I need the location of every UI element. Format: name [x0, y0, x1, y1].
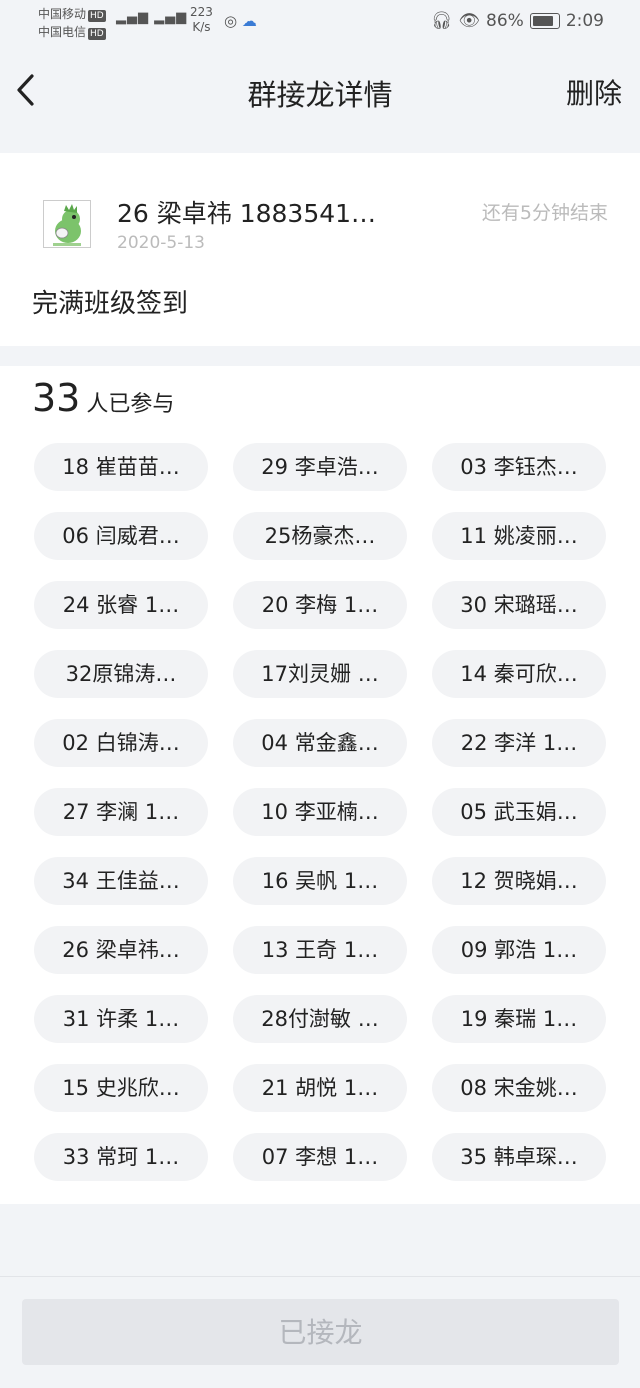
count-number: 33 [32, 376, 81, 420]
speed-value: 223 [190, 5, 213, 19]
carrier-2: 中国电信 [38, 25, 87, 39]
participant-chip[interactable]: 02 白锦涛… [34, 719, 208, 767]
bottom-bar: 已接龙 [0, 1276, 640, 1388]
carrier-info: 中国移动 HD 中国电信 HD [38, 5, 106, 41]
participant-chip[interactable]: 13 王奇 1… [233, 926, 407, 974]
headset-icon: 🎧︎ [430, 11, 453, 31]
nav-bar: 群接龙详情 删除 [0, 44, 640, 152]
participant-chip[interactable]: 28付澍敏 … [233, 995, 407, 1043]
participant-chip[interactable]: 27 李澜 1… [34, 788, 208, 836]
signal-icon: ▂▄▆ ▂▄▆ [116, 10, 188, 25]
participant-chip[interactable]: 14 秦可欣… [432, 650, 606, 698]
cloud-icon: ☁ [241, 12, 257, 30]
participant-chip[interactable]: 29 李卓浩… [233, 443, 407, 491]
clock: 2:09 [565, 11, 604, 31]
participant-chip[interactable]: 16 吴帆 1… [233, 857, 407, 905]
post-date: 2020-5-13 [117, 233, 205, 253]
battery-percent: 86% [486, 11, 524, 31]
participant-chip[interactable]: 25杨豪杰… [233, 512, 407, 560]
participant-grid: 18 崔苗苗… 29 李卓浩… 03 李钰杰… 06 闫威君… 25杨豪杰… 11 姚凌丽… [34, 443, 607, 1181]
task-title: 完满班级签到 [32, 289, 189, 319]
participant-chip[interactable]: 06 闫威君… [34, 512, 208, 560]
weibo-icon: ◎ [224, 12, 238, 30]
hd-badge: HD [88, 10, 106, 22]
avatar[interactable] [43, 200, 91, 248]
participant-chip[interactable]: 12 贺晓娟… [432, 857, 606, 905]
participant-chip[interactable]: 03 李钰杰… [432, 443, 606, 491]
notification-icons: ◎ ☁ [224, 12, 257, 30]
time-remaining: 还有5分钟结束 [481, 202, 608, 224]
participant-chip[interactable]: 05 武玉娟… [432, 788, 606, 836]
participant-chip[interactable]: 15 史兆欣… [34, 1064, 208, 1112]
eye-icon: 👁︎ [458, 11, 481, 31]
participant-chip[interactable]: 26 梁卓祎… [34, 926, 208, 974]
dinosaur-avatar-icon [44, 201, 90, 247]
participants-section: 33 人已参与 18 崔苗苗… 29 李卓浩… 03 李钰杰… 06 闫威君… 25杨豪杰… [0, 366, 640, 1204]
participant-chip[interactable]: 32原锦涛… [34, 650, 208, 698]
participant-chip[interactable]: 35 韩卓琛… [432, 1133, 606, 1181]
participant-chip[interactable]: 19 秦瑞 1… [432, 995, 606, 1043]
status-right: 🎧︎ 👁︎ 86% 2:09 [431, 11, 604, 31]
participant-count: 33 人已参与 [32, 376, 174, 420]
hd-badge: HD [88, 28, 106, 40]
status-bar: 中国移动 HD 中国电信 HD ▂▄▆ ▂▄▆ 223 K/s ◎ ☁ 🎧︎ 👁︎ … [0, 0, 640, 44]
delete-button[interactable]: 删除 [566, 72, 622, 112]
participant-chip[interactable]: 11 姚凌丽… [432, 512, 606, 560]
participant-chip[interactable]: 04 常金鑫… [233, 719, 407, 767]
author-name: 26 梁卓祎 1883541… [117, 199, 377, 228]
participant-chip[interactable]: 33 常珂 1… [34, 1133, 208, 1181]
network-speed: 223 K/s [190, 5, 213, 35]
count-label: 人已参与 [86, 392, 175, 417]
participant-chip[interactable]: 31 许柔 1… [34, 995, 208, 1043]
participant-chip[interactable]: 21 胡悦 1… [233, 1064, 407, 1112]
participant-chip[interactable]: 30 宋璐瑶… [432, 581, 606, 629]
carrier-1: 中国移动 [38, 7, 87, 21]
participant-chip[interactable]: 18 崔苗苗… [34, 443, 208, 491]
participant-chip[interactable]: 09 郭浩 1… [432, 926, 606, 974]
participant-chip[interactable]: 20 李梅 1… [233, 581, 407, 629]
participant-chip[interactable]: 07 李想 1… [233, 1133, 407, 1181]
participant-chip[interactable]: 08 宋金姚… [432, 1064, 606, 1112]
joined-button[interactable]: 已接龙 [22, 1299, 619, 1365]
battery-icon [529, 13, 560, 29]
post-card: 26 梁卓祎 1883541… 2020-5-13 还有5分钟结束 完满班级签到 [0, 153, 640, 346]
participant-chip[interactable]: 22 李洋 1… [432, 719, 606, 767]
participant-chip[interactable]: 17刘灵姗 … [233, 650, 407, 698]
participant-chip[interactable]: 34 王佳益… [34, 857, 208, 905]
participant-chip[interactable]: 10 李亚楠… [233, 788, 407, 836]
participant-chip[interactable]: 24 张睿 1… [34, 581, 208, 629]
speed-unit: K/s [192, 20, 211, 34]
page-title: 群接龙详情 [247, 78, 393, 112]
